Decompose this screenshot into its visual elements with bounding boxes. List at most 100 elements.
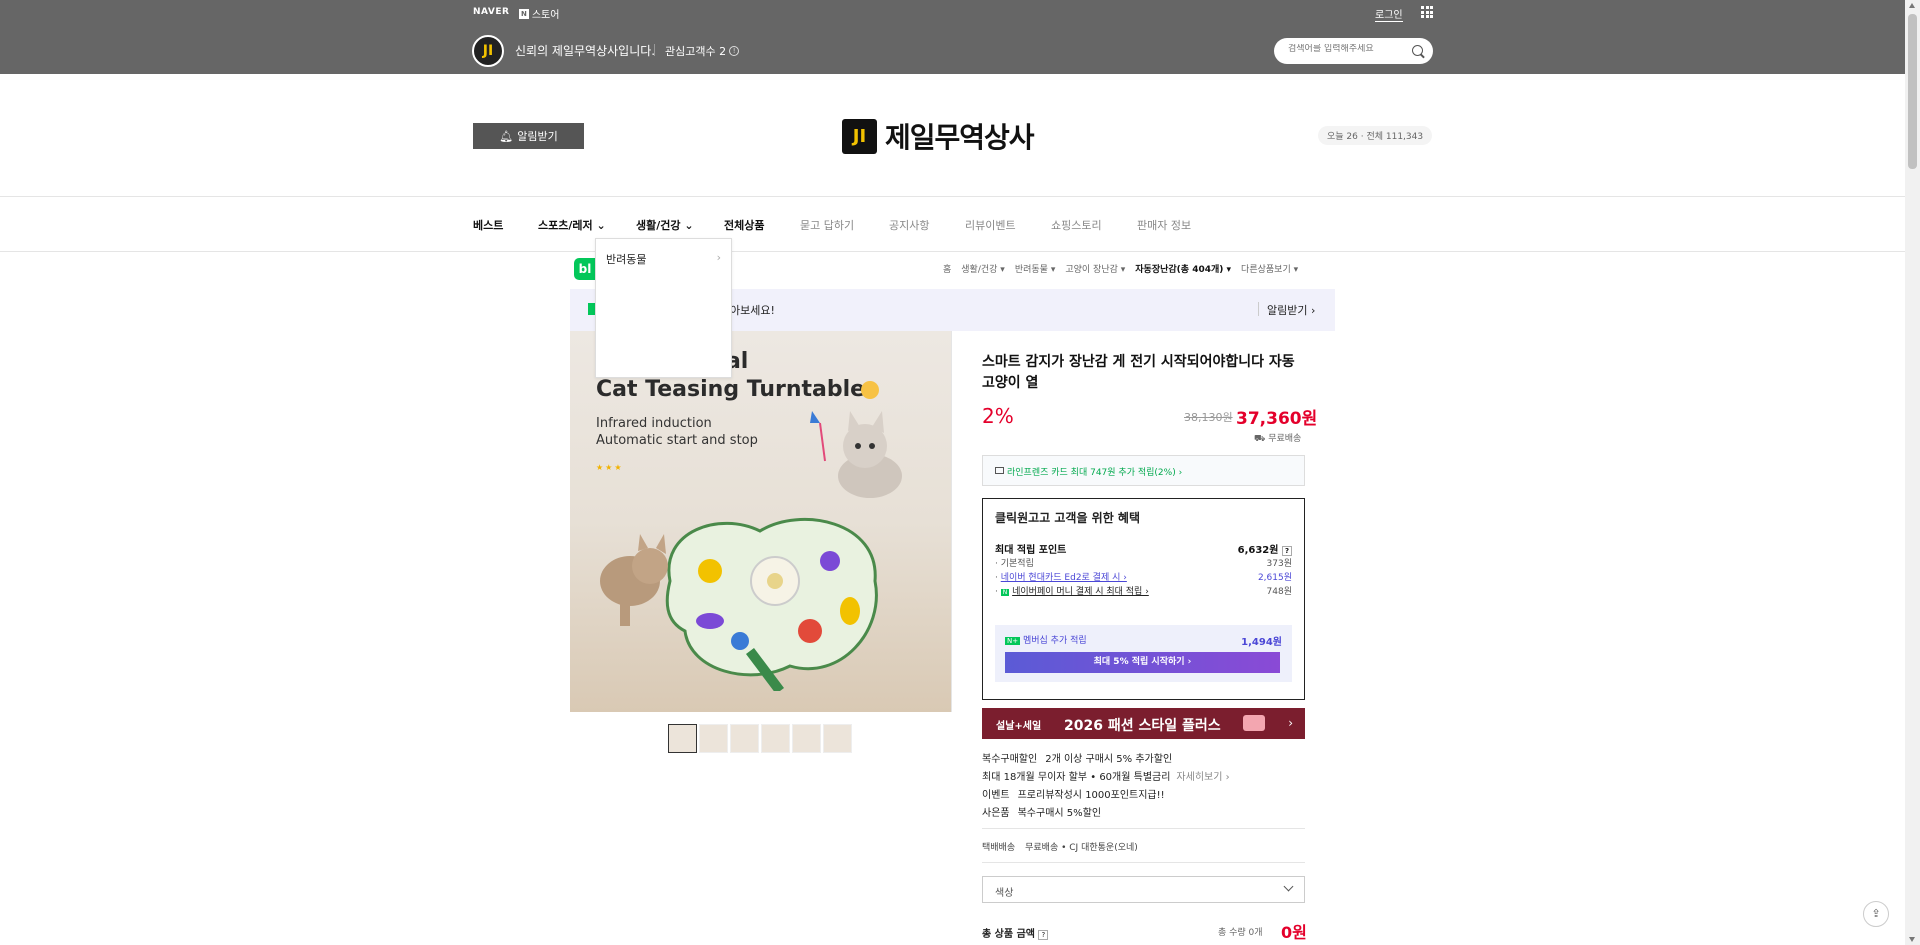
visitor-count: 오늘 26 · 전체 111,343: [1318, 126, 1433, 145]
top-bar: NAVER N 스토어 로그인 JI 신뢰의 제일무역상사입니다. 관심고객수 …: [0, 0, 1905, 74]
max-points-row: 최대 적립 포인트 6,632원 ?: [995, 541, 1292, 556]
alarm-button[interactable]: 🔔︎ 알림받기: [473, 123, 584, 149]
thumbnail[interactable]: [792, 724, 821, 753]
nav-item-living[interactable]: 생활/건강 ⌄: [636, 217, 694, 233]
divider: [1258, 302, 1259, 316]
breadcrumb-item[interactable]: 생활/건강 ▾: [961, 262, 1005, 275]
benefit-title: 클릭원고고 고객을 위한 혜택: [995, 511, 1141, 525]
breadcrumb-item[interactable]: 고양이 장난감 ▾: [1065, 262, 1125, 275]
apps-grid-icon[interactable]: [1421, 6, 1433, 18]
store-label: 스토어: [531, 10, 560, 21]
membership-label: N+ 멤버십 추가 적립: [1005, 636, 1087, 646]
hyundai-card-link[interactable]: 네이버 현대카드 Ed2로 결제 시 ›: [1001, 573, 1127, 583]
product-main-image[interactable]: ti-functional Cat Teasing Turntable Infr…: [570, 331, 952, 712]
breadcrumb-item[interactable]: 반려동물 ▾: [1015, 262, 1056, 275]
shipping-info: 택배배송 무료배송 • CJ 대한통운(오네): [982, 843, 1138, 853]
breadcrumb-other-products[interactable]: 다른상품보기 ▾: [1241, 262, 1298, 275]
divider: [982, 828, 1305, 829]
nav-item-notice[interactable]: 공지사항: [889, 217, 929, 233]
details-link[interactable]: 자세히보기 ›: [1176, 772, 1229, 783]
thumbnail[interactable]: [730, 724, 759, 753]
help-icon[interactable]: ?: [1038, 930, 1049, 940]
page-scrollbar[interactable]: [1905, 0, 1920, 945]
chevron-down-icon: [1283, 881, 1294, 892]
sale-price: 37,360원: [1236, 409, 1318, 429]
banner-tag: 설날+세일: [996, 721, 1042, 732]
promo-line: 복수구매할인 2개 이상 구매시 5% 추가할인: [982, 754, 1173, 765]
scrollbar-thumb[interactable]: [1908, 14, 1917, 169]
promo-line: 최대 18개월 무이자 할부 • 60개월 특별금리 자세히보기 ›: [982, 772, 1230, 783]
thumbnail[interactable]: [668, 724, 697, 753]
nav-item-review-event[interactable]: 리뷰이벤트: [965, 217, 1016, 233]
promo-banner[interactable]: 설날+세일 2026 패션 스타일 플러스 ›: [982, 708, 1305, 739]
color-option-select[interactable]: 색상: [982, 876, 1305, 903]
dropdown-item-label: 반려동물: [606, 253, 647, 266]
scroll-up-icon[interactable]: [1909, 3, 1915, 8]
category-nav: 베스트 스포츠/레저 ⌄ 생활/건강 ⌄ 전체상품 묻고 답하기 공지사항 리뷰…: [0, 197, 1905, 252]
total-price: 0원: [1281, 923, 1307, 942]
total-quantity: 총 수량 0개: [1218, 928, 1263, 938]
brand-name: 제일무역상사: [885, 121, 1035, 154]
npay-icon: N: [1000, 589, 1010, 596]
info-icon[interactable]: !: [729, 46, 740, 56]
stars-decor: ★★★: [596, 463, 624, 472]
thumbnail-strip: [668, 724, 852, 753]
benefit-box: 클릭원고고 고객을 위한 혜택 최대 적립 포인트 6,632원 ? · 기본적…: [982, 498, 1305, 700]
bell-icon: 🔔︎: [499, 129, 514, 143]
thumbnail[interactable]: [761, 724, 790, 753]
original-price: 38,130원: [1184, 411, 1233, 424]
card-benefit-box[interactable]: 라인프렌즈 카드 최대 747원 추가 적립(2%) ›: [982, 455, 1305, 486]
chevron-down-icon: ⌄: [596, 219, 606, 232]
search-input[interactable]: [1288, 44, 1408, 54]
nav-item-sports[interactable]: 스포츠/레저 ⌄: [538, 217, 606, 233]
hyundai-card-row: · 네이버 현대카드 Ed2로 결제 시 › 2,615원: [995, 573, 1292, 583]
naver-logo[interactable]: NAVER: [473, 7, 509, 17]
thumbnail[interactable]: [823, 724, 852, 753]
nav-item-qna[interactable]: 묻고 답하기: [800, 217, 854, 233]
fans-label: 관심고객수 2: [665, 45, 727, 58]
card-benefit-text: 라인프렌즈 카드 최대 747원 추가 적립(2%) ›: [1007, 468, 1183, 478]
scroll-down-icon[interactable]: [1909, 937, 1915, 942]
promo-line: 사은품 복수구매시 5%할인: [982, 808, 1102, 819]
image-headline-2: Cat Teasing Turntable: [596, 377, 879, 402]
naver-store-link[interactable]: N 스토어: [519, 6, 559, 21]
npay-link[interactable]: 네이버페이 머니 결제 시 최대 적립 ›: [1012, 587, 1149, 597]
nav-item-shopping-story[interactable]: 쇼핑스토리: [1051, 217, 1102, 233]
breadcrumb-current[interactable]: 자동장난감(총 404개) ▾: [1135, 262, 1231, 275]
brand-logo-mark: JI: [842, 118, 877, 154]
nav-item-seller-info[interactable]: 판매자 정보: [1137, 217, 1191, 233]
search-box: [1274, 38, 1433, 64]
store-icon: N: [519, 8, 529, 19]
free-shipping: ⛟ 무료배송: [1254, 434, 1302, 444]
breadcrumb-home[interactable]: 홈: [943, 262, 951, 275]
notice-alarm-link[interactable]: 알림받기 ›: [1267, 302, 1315, 318]
store-profile-logo[interactable]: JI: [472, 35, 504, 67]
brand-logo[interactable]: JI 제일무역상사: [842, 116, 1035, 156]
nav-item-best[interactable]: 베스트: [473, 217, 503, 233]
chevron-right-icon: ›: [716, 251, 721, 264]
store-slogan: 신뢰의 제일무역상사입니다.: [515, 44, 656, 58]
membership-start-button[interactable]: 최대 5% 적립 시작하기 ›: [1005, 652, 1280, 673]
kitten-illustration: [810, 411, 902, 498]
nav-item-all-products[interactable]: 전체상품: [724, 217, 764, 233]
image-subtitle-2: Automatic start and stop: [596, 433, 758, 448]
thumbnail[interactable]: [699, 724, 728, 753]
image-subtitle-1: Infrared induction: [596, 416, 712, 431]
promo-line: 이벤트 프로리뷰작성시 1000포인트지급!!: [982, 790, 1165, 801]
notice-text: 아보세요!: [730, 304, 775, 317]
npay-row: · N 네이버페이 머니 결제 시 최대 적립 › 748원: [995, 587, 1292, 597]
login-link[interactable]: 로그인: [1375, 6, 1403, 22]
help-icon[interactable]: ?: [1281, 546, 1292, 556]
breadcrumb: 홈 생활/건강 ▾ 반려동물 ▾ 고양이 장난감 ▾ 자동장난감(총 404개)…: [943, 262, 1298, 275]
membership-value: 1,494원: [1241, 637, 1282, 648]
banner-text: 2026 패션 스타일 플러스: [1064, 718, 1221, 734]
search-icon[interactable]: [1412, 45, 1423, 56]
banner-image: [1243, 715, 1265, 731]
select-value: 색상: [995, 888, 1014, 899]
share-icon[interactable]: ⇪: [1863, 901, 1889, 927]
discount-rate: 2%: [982, 404, 1014, 428]
category-dropdown: 반려동물 ›: [595, 238, 732, 378]
dropdown-item-pets[interactable]: 반려동물 ›: [606, 251, 721, 267]
total-price-label: 총 상품 금액 ?: [982, 925, 1049, 940]
chevron-down-icon: ⌄: [684, 219, 694, 232]
